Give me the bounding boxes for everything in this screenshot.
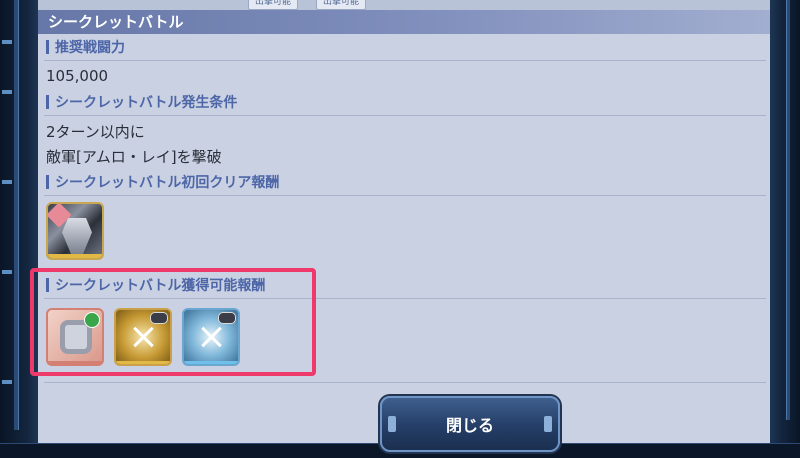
button-cap-icon [544,416,552,432]
frame-notch [2,40,12,44]
section-divider [44,195,766,196]
top-strip: 出撃可能 出撃可能 [38,0,770,10]
right-frame [770,0,800,458]
section-label-text: シークレットバトル発生条件 [55,95,238,111]
gundam-body [62,218,92,254]
rarity-bar [48,254,102,258]
highlight-box [30,268,316,376]
section-marker [46,95,49,109]
section-divider [44,115,766,116]
secret-battle-dialog: 出撃可能 出撃可能 シークレットバトル 推奨戦闘力 105,000 シークレット… [38,0,770,458]
section-label-text: シークレットバトル初回クリア報酬 [55,175,280,191]
close-button[interactable]: 閉じる [380,396,560,452]
sortie-tag: 出撃可能 [248,0,299,10]
section-label-text: 推奨戦闘力 [55,40,125,56]
dialog-title: シークレットバトル [38,10,770,34]
left-frame-rail [14,0,19,430]
frame-notch [2,270,12,274]
gundam-unit-icon[interactable] [46,202,104,260]
frame-notch [2,180,12,184]
right-frame-rail [786,0,790,420]
frame-notch [2,90,12,94]
section-recommended-power: 推奨戦闘力 [46,38,125,58]
close-button-label: 閉じる [445,416,494,435]
section-marker [46,40,49,54]
section-condition: シークレットバトル発生条件 [46,93,237,113]
recommended-power-value: 105,000 [46,67,109,85]
section-first-clear-reward: シークレットバトル初回クリア報酬 [46,173,279,193]
section-marker [46,175,49,189]
condition-line-2: 敵軍[アムロ・レイ]を撃破 [46,148,222,166]
section-divider [44,382,766,383]
left-frame [0,0,38,458]
button-cap-icon [388,416,396,432]
frame-notch [2,380,12,384]
sortie-tag: 出撃可能 [316,0,367,10]
section-divider [44,60,766,61]
condition-line-1: 2ターン以内に [46,123,145,141]
